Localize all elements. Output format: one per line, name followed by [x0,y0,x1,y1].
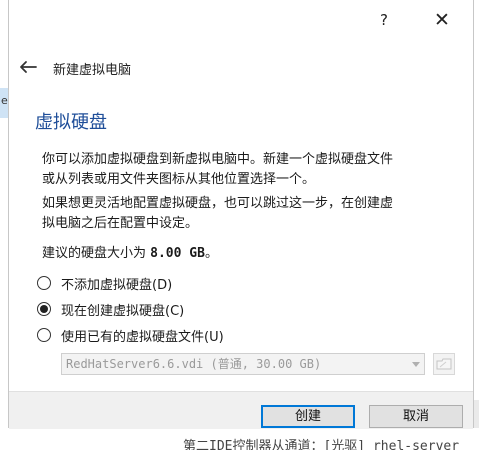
option-label[interactable]: 不添加虚拟硬盘(D) [61,274,172,293]
arrow-left-icon[interactable] [17,58,39,76]
background-fragment-text: e [1,94,8,107]
background-window-text: 第二IDE控制器从通道：[光驱] rhel-server [0,428,479,450]
description-paragraph-2: 如果想更灵活地配置虚拟硬盘，也可以跳过这一步，在创建虚 拟电脑之后在配置中设定。 [42,194,452,234]
choose-disk-folder-button[interactable] [433,353,455,375]
cancel-button[interactable]: 取消 [369,405,463,428]
radio-button[interactable] [37,276,51,290]
option-existing-disk[interactable]: 使用已有的虚拟硬盘文件(U) [37,325,224,345]
description-paragraph-1: 你可以添加虚拟硬盘到新虚拟电脑中。新建一个虚拟硬盘文件 或从列表或用文件夹图标从… [42,150,452,190]
create-button[interactable]: 创建 [261,405,355,428]
recommended-size-value: 8.00 GB [150,246,205,261]
new-vm-dialog: ? ✕ 新建虚拟电脑 虚拟硬盘 你可以添加虚拟硬盘到新虚拟电脑中。新建一个虚拟硬… [8,0,474,429]
description-line: 如果想更灵活地配置虚拟硬盘，也可以跳过这一步，在创建虚 [42,196,394,211]
background-storage-text: 第二IDE控制器从通道：[光驱] rhel-server [183,439,460,450]
option-label[interactable]: 使用已有的虚拟硬盘文件(U) [61,326,224,345]
option-create-disk[interactable]: 现在创建虚拟硬盘(C) [37,299,184,319]
wizard-title: 新建虚拟电脑 [53,63,132,78]
description-line: 或从列表或用文件夹图标从其他位置选择一个。 [42,172,316,187]
recommended-size-label: 建议的硬盘大小为 [42,246,147,261]
page-title: 虚拟硬盘 [35,112,107,133]
description-line: 你可以添加虚拟硬盘到新虚拟电脑中。新建一个虚拟硬盘文件 [42,152,394,167]
dialog-titlebar: ? ✕ [9,0,473,40]
existing-disk-select[interactable]: RedHatServer6.6.vdi (普通, 30.00 GB) [61,353,425,375]
folder-icon [436,358,452,370]
radio-button[interactable] [37,328,51,342]
radio-button-selected[interactable] [37,302,51,316]
background-scroll-fragment [474,400,479,428]
wizard-nav: 新建虚拟电脑 [9,50,473,86]
dialog-footer: 创建 取消 [9,391,473,429]
close-button[interactable]: ✕ [427,7,457,33]
recommended-size-suffix: 。 [204,246,218,261]
help-button[interactable]: ? [369,8,399,32]
option-no-disk[interactable]: 不添加虚拟硬盘(D) [37,273,172,293]
existing-disk-value: RedHatServer6.6.vdi (普通, 30.00 GB) [66,357,322,371]
description-line: 拟电脑之后在配置中设定。 [42,216,199,231]
chevron-down-icon [412,362,420,367]
option-label[interactable]: 现在创建虚拟硬盘(C) [61,300,184,319]
recommended-size: 建议的硬盘大小为 8.00 GB。 [42,242,218,261]
